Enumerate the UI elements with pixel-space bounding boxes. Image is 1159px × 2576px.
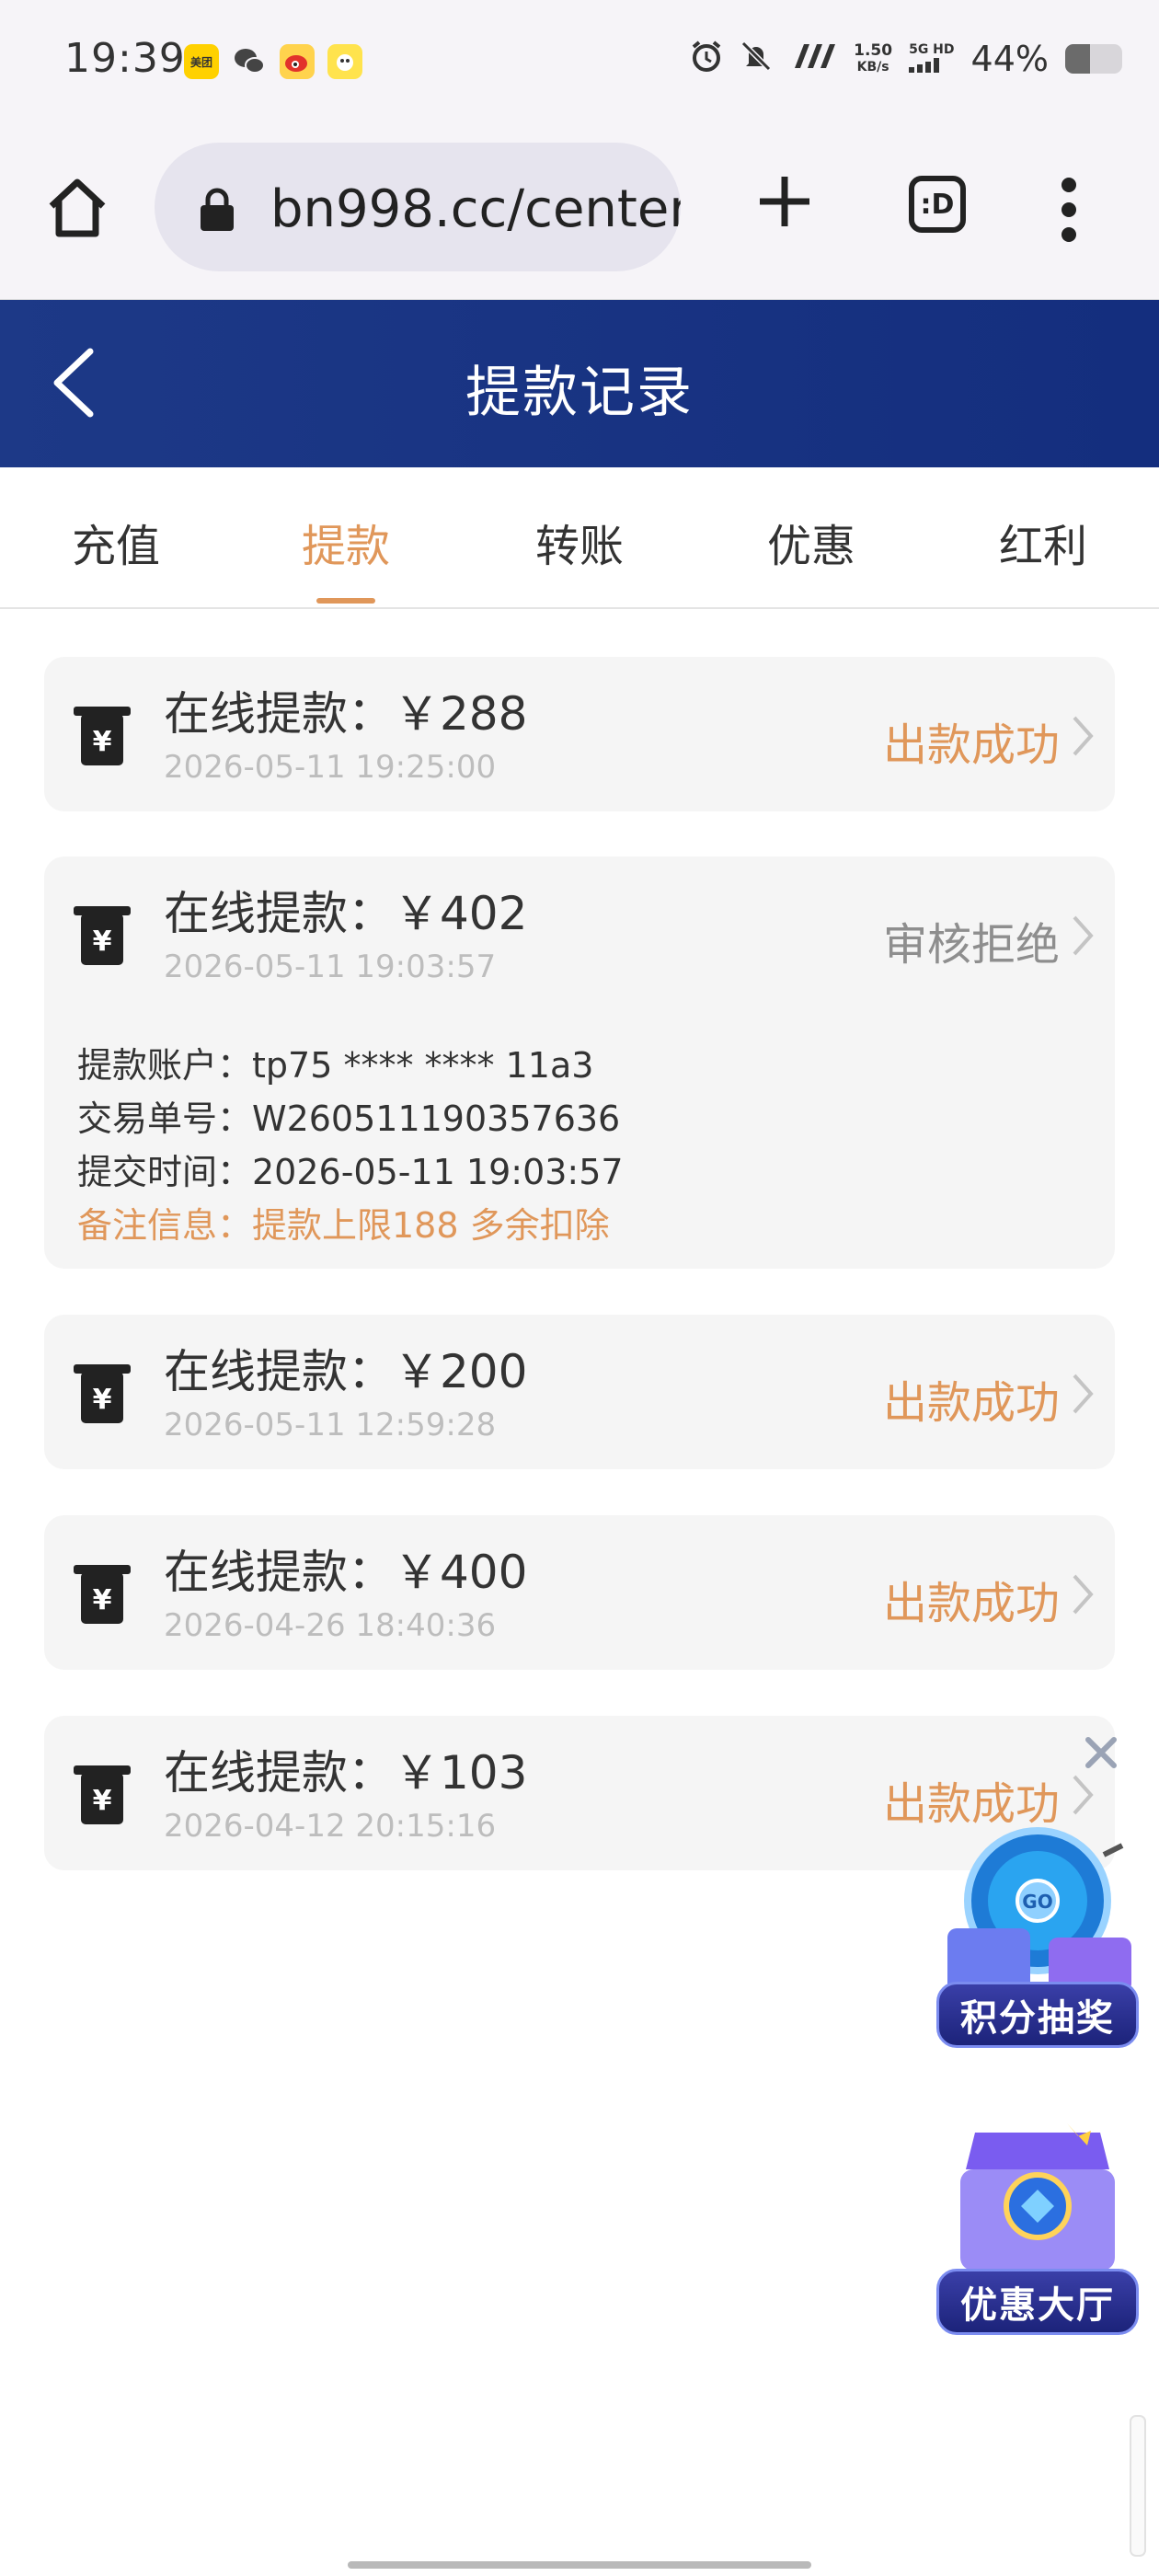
scrollbar[interactable] bbox=[1130, 2415, 1146, 2557]
url-text: bn998.cc/center bbox=[270, 179, 681, 239]
svg-text:¥: ¥ bbox=[93, 926, 112, 958]
tab-promotion[interactable]: 优惠 bbox=[719, 510, 903, 574]
svg-text:GO: GO bbox=[1022, 1891, 1052, 1913]
new-tab-button[interactable] bbox=[754, 166, 815, 245]
chevron-right-icon bbox=[1073, 1574, 1094, 1615]
browser-toolbar: bn998.cc/center :D bbox=[0, 124, 1159, 301]
status-label: 出款成功 bbox=[882, 1377, 1060, 1429]
page-header: 提款记录 bbox=[0, 300, 1159, 467]
clock: 19:39 bbox=[64, 35, 186, 82]
promo-hall-widget[interactable]: 优惠大厅 bbox=[929, 2105, 1146, 2344]
promo-hall-label: 优惠大厅 bbox=[936, 2269, 1139, 2335]
notification-icons: 美团 bbox=[184, 44, 362, 79]
plus-icon bbox=[760, 177, 809, 226]
points-lottery-widget[interactable]: GO 积分抽奖 bbox=[929, 1818, 1146, 2057]
record-title: 在线提款：￥103 bbox=[164, 1746, 528, 1800]
remark-info: 备注信息：提款上限188 多余扣除 bbox=[77, 1205, 610, 1246]
weibo-app-icon bbox=[280, 44, 315, 79]
status-bar: 19:39 美团 1.50 KB/s 5G HD 44% bbox=[0, 0, 1159, 124]
withdraw-cash-icon: ¥ bbox=[74, 906, 131, 965]
withdrawal-record[interactable]: ¥ 在线提款：￥400 2026-04-26 18:40:36 出款成功 bbox=[44, 1515, 1115, 1670]
system-indicators: 1.50 KB/s 5G HD 44% bbox=[690, 39, 1122, 79]
transaction-number: 交易单号：W260511190357636 bbox=[77, 1098, 621, 1139]
withdraw-cash-icon: ¥ bbox=[74, 1565, 131, 1624]
menu-dot bbox=[1061, 202, 1076, 217]
record-time: 2026-05-11 19:25:00 bbox=[164, 749, 497, 786]
prize-wheel-icon: GO bbox=[947, 1827, 1131, 1993]
withdrawal-record[interactable]: ¥ 在线提款：￥288 2026-05-11 19:25:00 出款成功 bbox=[44, 657, 1115, 811]
record-title: 在线提款：￥200 bbox=[164, 1345, 528, 1398]
lock-icon bbox=[201, 188, 234, 231]
menu-dot bbox=[1061, 178, 1076, 192]
submit-time: 提交时间：2026-05-11 19:03:57 bbox=[77, 1152, 624, 1192]
record-time: 2026-04-26 18:40:36 bbox=[164, 1607, 497, 1644]
chevron-right-icon bbox=[1073, 1374, 1094, 1414]
withdraw-cash-icon: ¥ bbox=[74, 707, 131, 765]
home-indicator[interactable] bbox=[348, 2561, 811, 2569]
address-bar[interactable]: bn998.cc/center bbox=[155, 143, 681, 271]
withdrawal-record-expanded[interactable]: ¥ 在线提款：￥402 2026-05-11 19:03:57 审核拒绝 提款账… bbox=[44, 857, 1115, 1269]
page-title: 提款记录 bbox=[465, 361, 694, 425]
meituan-app-icon: 美团 bbox=[184, 44, 219, 79]
withdraw-cash-icon: ¥ bbox=[74, 1364, 131, 1423]
points-lottery-label: 积分抽奖 bbox=[936, 1982, 1139, 2048]
status-label: 审核拒绝 bbox=[882, 919, 1060, 971]
record-type-tabs: 充值 提款 转账 优惠 红利 bbox=[0, 467, 1159, 609]
record-title: 在线提款：￥400 bbox=[164, 1546, 528, 1599]
close-icon bbox=[1085, 1737, 1117, 1768]
home-button[interactable] bbox=[44, 175, 110, 241]
tab-bonus[interactable]: 红利 bbox=[951, 510, 1135, 574]
svg-text:¥: ¥ bbox=[93, 1584, 112, 1616]
network-speed: 1.50 KB/s bbox=[854, 40, 893, 75]
status-label: 出款成功 bbox=[882, 719, 1060, 771]
home-icon bbox=[49, 178, 106, 237]
status-label: 出款成功 bbox=[882, 1578, 1060, 1629]
wechat-app-icon bbox=[232, 44, 267, 79]
record-time: 2026-05-11 12:59:28 bbox=[164, 1407, 497, 1443]
withdraw-cash-icon: ¥ bbox=[74, 1765, 131, 1824]
withdraw-account: 提款账户：tp75 **** **** 11a3 bbox=[77, 1045, 594, 1086]
battery-percent: 44% bbox=[970, 39, 1049, 79]
tab-switcher-button[interactable]: :D bbox=[909, 176, 966, 233]
mute-icon bbox=[740, 40, 773, 79]
chevron-right-icon bbox=[1073, 1775, 1094, 1815]
tab-transfer[interactable]: 转账 bbox=[488, 510, 671, 574]
record-title: 在线提款：￥288 bbox=[164, 687, 528, 741]
withdrawal-record[interactable]: ¥ 在线提款：￥200 2026-05-11 12:59:28 出款成功 bbox=[44, 1315, 1115, 1469]
treasure-chest-icon bbox=[960, 2123, 1115, 2271]
svg-text:¥: ¥ bbox=[93, 1785, 112, 1817]
close-float-button[interactable] bbox=[1078, 1730, 1124, 1776]
active-tab-indicator bbox=[316, 598, 375, 604]
chevron-right-icon bbox=[1073, 915, 1094, 956]
app-icon bbox=[327, 44, 362, 79]
svg-text:¥: ¥ bbox=[93, 726, 112, 758]
record-title: 在线提款：￥402 bbox=[164, 887, 528, 940]
signal-strength-icon bbox=[789, 42, 837, 76]
network-type: 5G HD bbox=[909, 42, 955, 76]
chevron-right-icon bbox=[1073, 716, 1094, 756]
tab-withdraw[interactable]: 提款 bbox=[254, 510, 438, 574]
battery-icon bbox=[1065, 44, 1122, 74]
tab-recharge[interactable]: 充值 bbox=[24, 510, 208, 574]
menu-dot bbox=[1061, 227, 1076, 242]
svg-text:¥: ¥ bbox=[93, 1384, 112, 1416]
browser-menu-button[interactable] bbox=[1056, 178, 1082, 242]
record-time: 2026-05-11 19:03:57 bbox=[164, 949, 497, 985]
alarm-icon bbox=[690, 40, 723, 79]
record-time: 2026-04-12 20:15:16 bbox=[164, 1808, 497, 1845]
